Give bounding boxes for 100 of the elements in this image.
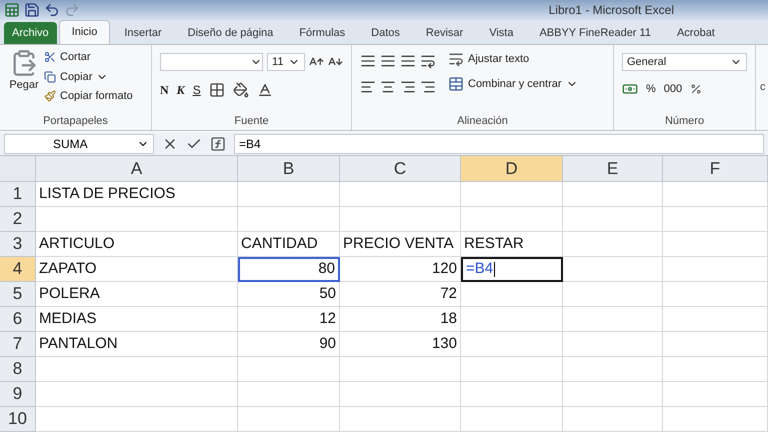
table-cell[interactable] (340, 382, 461, 407)
table-cell[interactable] (563, 232, 663, 257)
table-cell[interactable] (461, 357, 563, 382)
table-cell[interactable]: RESTAR (461, 232, 563, 257)
save-icon[interactable] (24, 2, 40, 18)
ribbon-tab[interactable]: Vista (477, 22, 526, 44)
row-header[interactable]: 1 (0, 182, 36, 207)
table-cell[interactable] (663, 357, 768, 382)
table-cell[interactable] (36, 207, 238, 232)
table-cell[interactable] (563, 257, 663, 282)
row-header[interactable]: 10 (0, 407, 36, 432)
table-cell[interactable] (663, 207, 768, 232)
table-cell[interactable]: CANTIDAD (238, 232, 340, 257)
table-cell[interactable] (36, 382, 238, 407)
copy-button[interactable]: Copiar (44, 68, 133, 85)
wrap-text-button[interactable]: Ajustar texto (448, 51, 578, 68)
table-cell[interactable] (461, 207, 563, 232)
table-cell[interactable]: 120 (340, 257, 461, 282)
table-cell[interactable] (663, 257, 768, 282)
table-cell[interactable] (340, 182, 461, 207)
table-cell[interactable] (340, 207, 461, 232)
table-cell[interactable] (563, 182, 663, 207)
font-size-field[interactable]: 11 (267, 53, 306, 71)
table-cell[interactable] (238, 182, 340, 207)
table-cell[interactable] (563, 307, 663, 332)
table-cell[interactable]: =B4 (461, 257, 563, 282)
table-cell[interactable] (461, 407, 563, 432)
table-cell[interactable]: POLERA (36, 282, 238, 307)
table-cell[interactable]: 18 (340, 307, 461, 332)
number-format-field[interactable]: General (622, 53, 747, 71)
bold-button[interactable]: N (160, 81, 169, 99)
table-cell[interactable] (238, 382, 340, 407)
table-cell[interactable]: PANTALON (36, 332, 238, 357)
table-cell[interactable]: 90 (238, 332, 340, 357)
ribbon-tab[interactable]: Datos (359, 22, 412, 44)
table-cell[interactable]: 130 (340, 332, 461, 357)
format-painter-button[interactable]: Copiar formato (44, 88, 133, 104)
table-cell[interactable] (563, 382, 663, 407)
table-cell[interactable] (36, 357, 238, 382)
table-cell[interactable] (36, 407, 238, 432)
row-header[interactable]: 6 (0, 307, 36, 332)
table-cell[interactable] (461, 282, 563, 307)
table-cell[interactable] (461, 332, 563, 357)
table-cell[interactable]: PRECIO VENTA (340, 232, 461, 257)
table-cell[interactable] (663, 407, 768, 432)
table-cell[interactable] (238, 357, 340, 382)
table-cell[interactable] (563, 207, 663, 232)
table-cell[interactable]: LISTA DE PRECIOS (36, 182, 238, 207)
italic-button[interactable]: K (176, 81, 185, 99)
ribbon-tab[interactable]: Revisar (414, 22, 476, 44)
ribbon-tab[interactable]: Acrobat (664, 22, 727, 44)
ribbon-tab[interactable]: Inicio (58, 20, 110, 44)
ribbon-tab[interactable]: ABBYY FineReader 11 (527, 22, 663, 44)
ribbon-tab[interactable]: Diseño de página (176, 22, 286, 44)
table-cell[interactable] (663, 382, 768, 407)
column-header[interactable]: B (238, 156, 340, 182)
table-cell[interactable]: 72 (340, 282, 461, 307)
column-header[interactable]: A (36, 156, 238, 182)
table-cell[interactable]: ARTICULO (36, 232, 238, 257)
name-box[interactable]: SUMA (4, 134, 154, 154)
column-header[interactable]: C (340, 156, 461, 182)
table-cell[interactable]: 12 (238, 307, 340, 332)
table-cell[interactable] (563, 407, 663, 432)
font-name-field[interactable] (160, 53, 264, 71)
merge-center-button[interactable]: Combinar y centrar (448, 76, 578, 92)
table-cell[interactable] (663, 307, 768, 332)
table-cell[interactable] (340, 407, 461, 432)
row-header[interactable]: 8 (0, 357, 36, 382)
ribbon-tab[interactable]: Archivo (4, 22, 57, 44)
table-cell[interactable] (663, 282, 768, 307)
table-cell[interactable] (461, 307, 563, 332)
table-cell[interactable] (663, 332, 768, 357)
table-cell[interactable]: ZAPATO (36, 257, 238, 282)
column-header[interactable]: F (663, 156, 768, 182)
row-header[interactable]: 3 (0, 232, 36, 257)
ribbon-tab[interactable]: Fórmulas (287, 22, 358, 44)
cut-button[interactable]: Cortar (44, 49, 133, 66)
formula-field[interactable]: =B4 (234, 134, 764, 154)
column-header[interactable]: D (461, 156, 563, 182)
ribbon-tab[interactable]: Insertar (112, 22, 174, 44)
table-cell[interactable]: 80 (238, 257, 340, 282)
table-cell[interactable] (663, 232, 768, 257)
underline-button[interactable]: S (192, 81, 201, 99)
table-cell[interactable] (663, 182, 768, 207)
row-header[interactable]: 4 (0, 257, 36, 282)
table-cell[interactable] (461, 182, 563, 207)
paste-button[interactable]: Pegar (8, 49, 40, 104)
table-cell[interactable] (340, 357, 461, 382)
table-cell[interactable] (563, 282, 663, 307)
select-all-corner[interactable] (0, 156, 36, 182)
row-header[interactable]: 7 (0, 332, 36, 357)
undo-icon[interactable] (44, 2, 60, 18)
table-cell[interactable]: 50 (238, 282, 340, 307)
percent-button[interactable]: % (646, 81, 656, 98)
row-header[interactable]: 9 (0, 382, 36, 407)
table-cell[interactable] (563, 357, 663, 382)
row-header[interactable]: 5 (0, 282, 36, 307)
column-header[interactable]: E (563, 156, 663, 182)
table-cell[interactable] (238, 407, 340, 432)
function-icon[interactable] (210, 136, 226, 152)
